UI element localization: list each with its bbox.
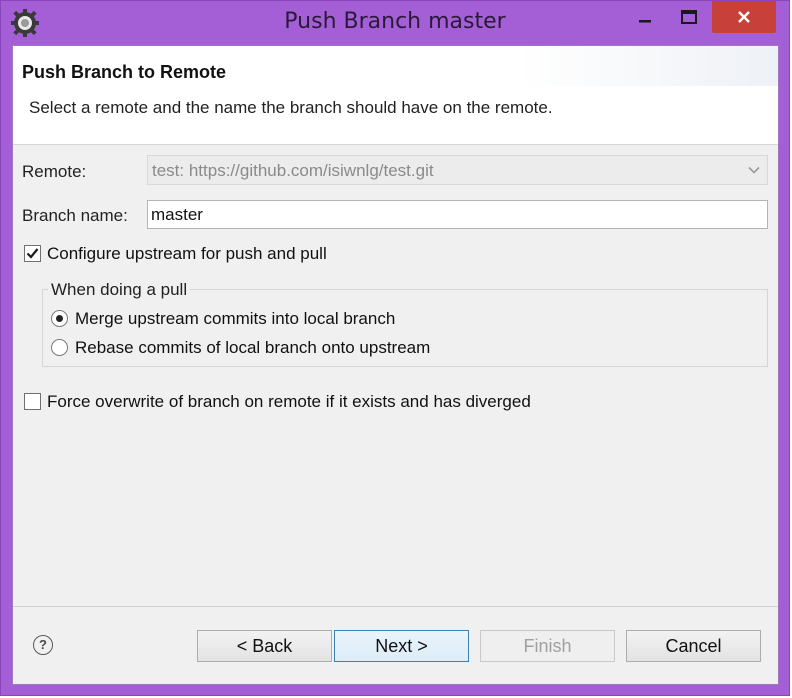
- force-overwrite-label[interactable]: Force overwrite of branch on remote if i…: [47, 392, 531, 412]
- cancel-button[interactable]: Cancel: [626, 630, 761, 662]
- minimize-button[interactable]: [625, 1, 665, 33]
- merge-radio-label[interactable]: Merge upstream commits into local branch: [75, 309, 395, 329]
- help-icon[interactable]: ?: [33, 635, 53, 655]
- page-description: Select a remote and the name the branch …: [29, 98, 553, 117]
- pull-options-group-title: When doing a pull: [48, 280, 191, 300]
- close-icon: [738, 11, 750, 23]
- remote-label: Remote:: [22, 162, 87, 181]
- header-banner-gradient: [518, 46, 778, 86]
- title-bar[interactable]: Push Branch master: [1, 1, 789, 45]
- next-button[interactable]: Next >: [334, 630, 469, 662]
- branch-name-label: Branch name:: [22, 206, 128, 225]
- remote-dropdown[interactable]: test: https://github.com/isiwnlg/test.gi…: [147, 155, 768, 185]
- radio-selected-dot: [56, 315, 63, 322]
- dialog-content: Push Branch to Remote Select a remote an…: [12, 45, 779, 685]
- configure-upstream-label[interactable]: Configure upstream for push and pull: [47, 244, 327, 264]
- configure-upstream-checkbox[interactable]: [24, 245, 41, 262]
- wizard-header: Push Branch to Remote Select a remote an…: [13, 46, 778, 145]
- page-title: Push Branch to Remote: [22, 62, 227, 82]
- dialog-window: Push Branch master Push Branch to Remote…: [0, 0, 790, 696]
- chevron-down-icon: [748, 166, 760, 174]
- branch-name-input[interactable]: [151, 205, 751, 225]
- back-button[interactable]: < Back: [197, 630, 332, 662]
- rebase-radio[interactable]: [51, 339, 68, 356]
- minimize-icon: [639, 20, 651, 23]
- merge-radio[interactable]: [51, 310, 68, 327]
- close-button[interactable]: [712, 1, 776, 33]
- branch-name-field-frame: [147, 200, 768, 229]
- footer-separator: [13, 606, 778, 607]
- maximize-button[interactable]: [667, 1, 711, 33]
- rebase-radio-label[interactable]: Rebase commits of local branch onto upst…: [75, 338, 430, 358]
- maximize-icon: [681, 10, 697, 24]
- force-overwrite-checkbox[interactable]: [24, 393, 41, 410]
- finish-button: Finish: [480, 630, 615, 662]
- checkmark-icon: [26, 248, 39, 259]
- remote-dropdown-value: test: https://github.com/isiwnlg/test.gi…: [152, 161, 434, 180]
